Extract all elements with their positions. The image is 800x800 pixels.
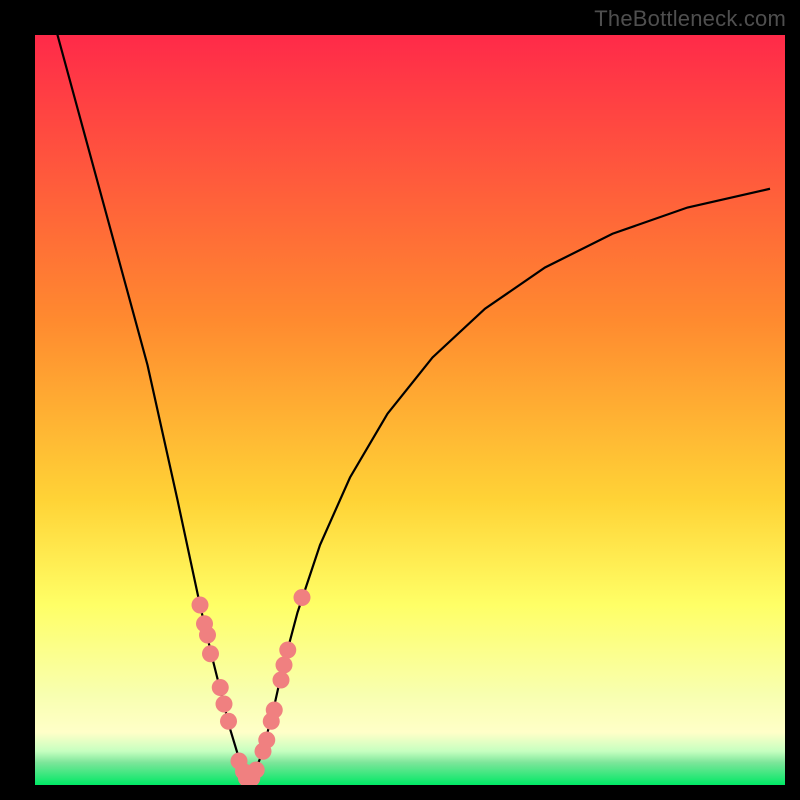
data-point	[202, 645, 219, 662]
data-point	[258, 732, 275, 749]
chart-frame: TheBottleneck.com	[0, 0, 800, 800]
watermark-text: TheBottleneck.com	[594, 6, 786, 32]
data-point	[276, 657, 293, 674]
data-point	[273, 672, 290, 689]
data-point	[279, 642, 296, 659]
chart-svg	[35, 35, 785, 785]
plot-area	[35, 35, 785, 785]
data-point	[199, 627, 216, 644]
data-point	[266, 702, 283, 719]
data-point	[220, 713, 237, 730]
data-point	[192, 597, 209, 614]
data-point	[294, 589, 311, 606]
data-point	[216, 696, 233, 713]
data-point	[212, 679, 229, 696]
gradient-background	[35, 35, 785, 785]
data-point	[248, 762, 265, 779]
